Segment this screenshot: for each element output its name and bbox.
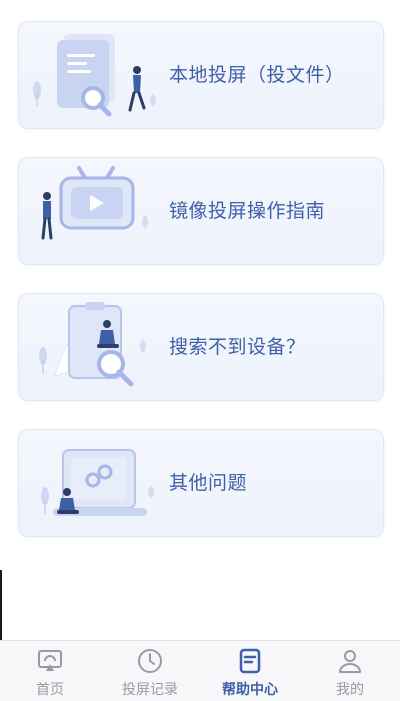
clock-icon — [138, 649, 162, 673]
cast-screen-icon — [38, 650, 62, 671]
tab-mine[interactable]: 我的 — [300, 641, 400, 701]
card-title: 其他问题 — [169, 472, 248, 494]
document-icon — [239, 648, 261, 674]
file-search-illustration — [33, 34, 156, 117]
tab-mine-label: 我的 — [336, 682, 364, 698]
user-icon — [339, 650, 361, 673]
tab-home[interactable]: 首页 — [0, 641, 100, 701]
tab-help-center[interactable]: 帮助中心 — [200, 641, 300, 701]
card-other-questions[interactable]: 其他问题 — [18, 429, 384, 537]
tab-cast-history[interactable]: 投屏记录 — [100, 641, 200, 701]
tab-cast-history-label: 投屏记录 — [122, 682, 178, 698]
card-mirror-guide[interactable]: 镜像投屏操作指南 — [18, 157, 384, 265]
tv-play-illustration — [41, 166, 148, 240]
screen-edge-divider — [0, 570, 2, 640]
help-center-content: 本地投屏（投文件） 镜像投屏操作指南 搜索不到设备？ 其他问题 — [0, 0, 400, 640]
card-title: 本地投屏（投文件） — [169, 64, 345, 86]
tab-home-label: 首页 — [36, 682, 64, 698]
card-title: 镜像投屏操作指南 — [169, 200, 326, 222]
clipboard-search-illustration — [39, 302, 146, 387]
card-device-not-found[interactable]: 搜索不到设备？ — [18, 293, 384, 401]
tab-help-center-label: 帮助中心 — [222, 682, 278, 698]
card-local-cast[interactable]: 本地投屏（投文件） — [18, 21, 384, 129]
card-title: 搜索不到设备？ — [169, 336, 306, 358]
bottom-tab-bar: 首页 投屏记录 帮助中心 我的 — [0, 640, 400, 701]
laptop-link-illustration — [41, 449, 154, 516]
